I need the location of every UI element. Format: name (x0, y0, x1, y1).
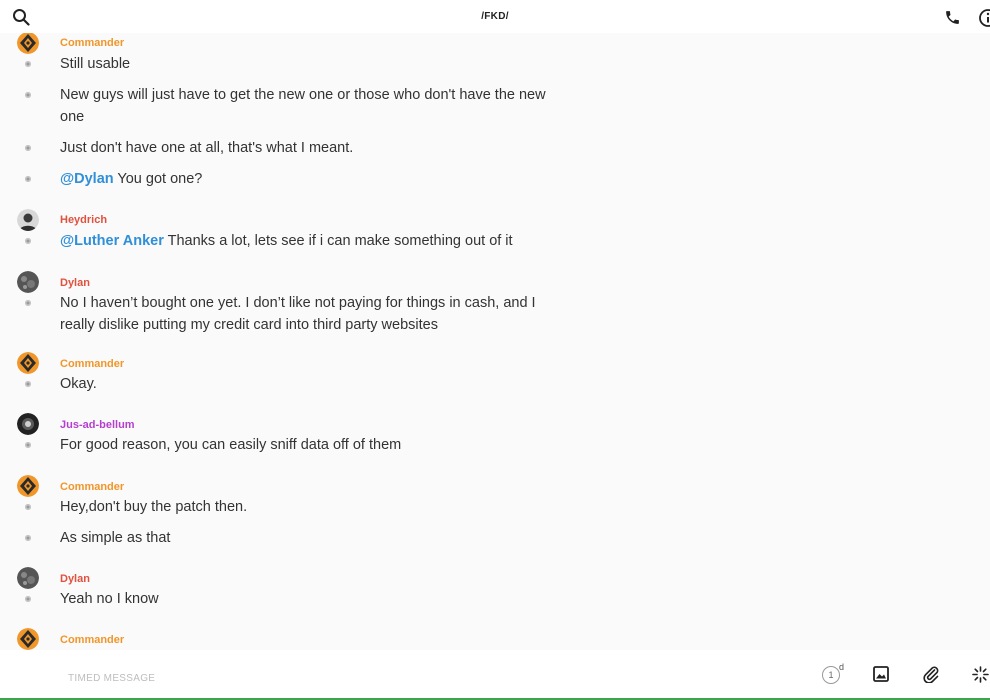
sender-name[interactable]: Dylan (60, 277, 90, 289)
commander-emblem-icon (17, 352, 39, 374)
commander-emblem-icon (17, 628, 39, 650)
timer-unit: d (839, 662, 845, 672)
status-dot-icon (25, 535, 31, 541)
timer-button[interactable]: 1 d (822, 662, 848, 686)
sender-name[interactable]: Commander (60, 634, 124, 646)
status-dot-icon (25, 300, 31, 306)
sparkle-icon[interactable] (972, 666, 989, 683)
avatar[interactable] (17, 475, 39, 497)
status-dot-icon (25, 176, 31, 182)
status-dot-icon (25, 145, 31, 151)
status-dot-icon (25, 442, 31, 448)
sender-name[interactable]: Commander (60, 358, 124, 370)
sender-name[interactable]: Commander (60, 37, 124, 49)
status-dot-icon (25, 92, 31, 98)
user-photo-icon (17, 413, 39, 435)
sender-name[interactable]: Jus-ad-bellum (60, 419, 135, 431)
message-input[interactable] (66, 669, 770, 687)
user-photo-icon (17, 567, 39, 589)
message-text: For good reason, you can easily sniff da… (60, 437, 402, 453)
message-text: New guys will just have to get the new o… (60, 87, 546, 125)
timer-icon: 1 (822, 666, 840, 684)
avatar[interactable] (17, 33, 39, 54)
status-dot-icon (25, 61, 31, 67)
info-icon[interactable] (978, 8, 990, 28)
message-text: Okay. (60, 376, 97, 392)
commander-emblem-icon (17, 33, 39, 54)
avatar[interactable] (17, 413, 39, 435)
message-list[interactable]: Commander Still usable New guys will jus… (0, 33, 990, 650)
message-text: Still usable (60, 56, 131, 72)
avatar[interactable] (17, 567, 39, 589)
status-dot-icon (25, 504, 31, 510)
message-text: No I haven’t bought one yet. I don’t lik… (60, 295, 536, 333)
user-mention[interactable]: @Dylan (60, 171, 114, 187)
avatar[interactable] (17, 271, 39, 293)
sender-name[interactable]: Heydrich (60, 214, 107, 226)
sender-name[interactable]: Commander (60, 481, 124, 493)
avatar[interactable] (17, 209, 39, 231)
avatar[interactable] (17, 628, 39, 650)
message-text: As simple as that (60, 530, 171, 546)
user-photo-icon (17, 271, 39, 293)
message-text: Just don't have one at all, that's what … (60, 140, 354, 156)
composer-bar: 1 d (0, 650, 990, 700)
image-icon[interactable] (873, 666, 889, 682)
status-dot-icon (25, 596, 31, 602)
message-text: @Luther Anker Thanks a lot, lets see if … (60, 233, 513, 249)
user-mention[interactable]: @Luther Anker (60, 233, 164, 249)
avatar[interactable] (17, 352, 39, 374)
phone-icon[interactable] (944, 9, 961, 26)
message-text: @Dylan You got one? (60, 171, 203, 187)
paperclip-icon[interactable] (922, 665, 940, 683)
top-bar: /FKD/ (0, 0, 990, 33)
message-text: Hey,don't buy the patch then. (60, 499, 248, 515)
channel-title: /FKD/ (481, 11, 509, 22)
sender-name[interactable]: Dylan (60, 573, 90, 585)
message-text: Yeah no I know (60, 591, 159, 607)
user-photo-icon (17, 209, 39, 231)
status-dot-icon (25, 238, 31, 244)
status-dot-icon (25, 381, 31, 387)
commander-emblem-icon (17, 475, 39, 497)
